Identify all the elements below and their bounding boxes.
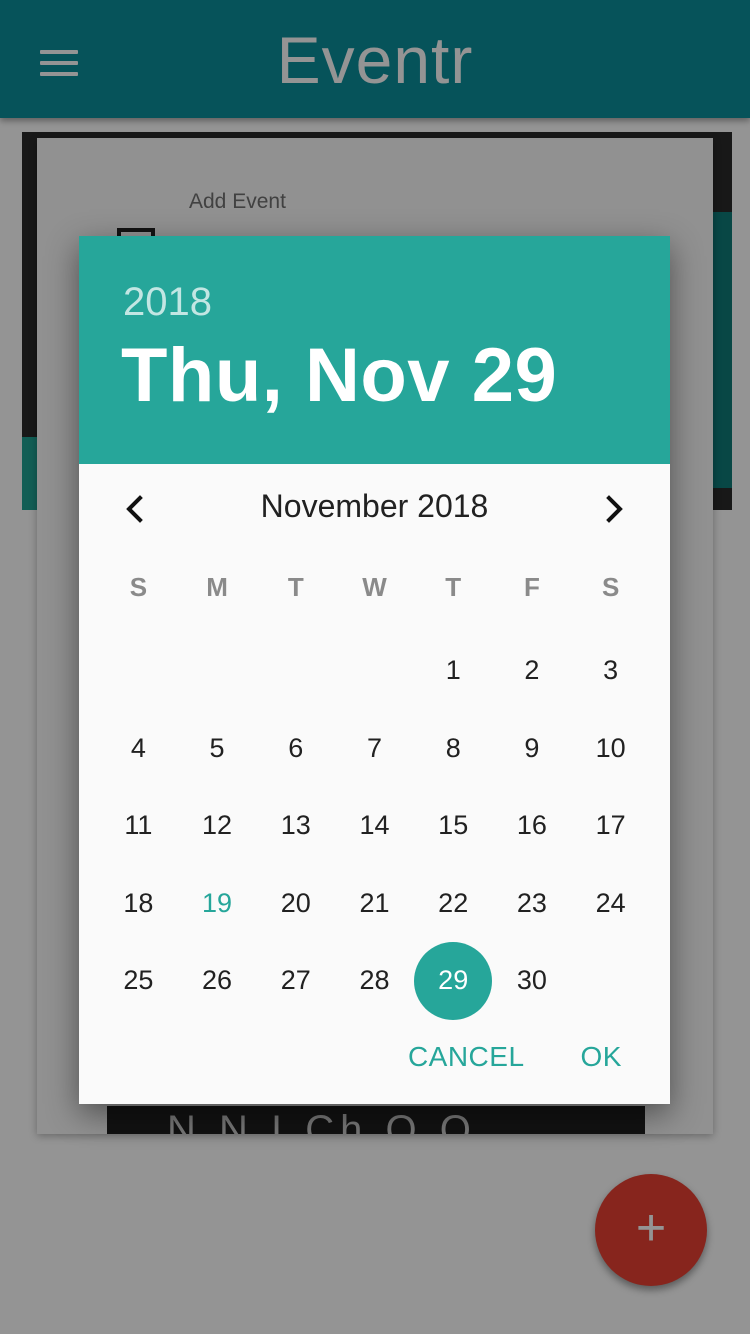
day-number: 17 (595, 810, 626, 841)
month-navigation: November 2018 (79, 464, 670, 554)
weekday-label: M (206, 572, 228, 602)
day-number: 2 (524, 655, 540, 686)
day-number: 26 (202, 965, 233, 996)
day-cell[interactable]: 7 (335, 710, 414, 788)
day-cell-selected[interactable]: 29 (414, 942, 493, 1020)
weekday-header-row: SMTWTFS (99, 572, 650, 612)
day-number: 21 (359, 887, 390, 918)
day-number: 16 (516, 810, 547, 841)
day-number: 1 (445, 655, 461, 686)
day-number: 15 (438, 810, 469, 841)
day-number: 3 (603, 655, 619, 686)
day-number: 27 (280, 965, 311, 996)
day-cell[interactable]: 11 (99, 787, 178, 865)
day-cell[interactable]: 14 (335, 787, 414, 865)
day-cell[interactable]: 2 (493, 632, 572, 710)
day-cell[interactable]: 28 (335, 942, 414, 1020)
day-number: 30 (516, 965, 547, 996)
day-number: 4 (130, 732, 146, 763)
day-cell[interactable]: 22 (414, 865, 493, 943)
day-cell[interactable]: 6 (256, 710, 335, 788)
day-number: 9 (524, 732, 540, 763)
date-picker-header: 2018 Thu, Nov 29 (79, 236, 670, 464)
day-number: 18 (123, 887, 154, 918)
next-month-button[interactable] (590, 484, 640, 534)
day-cell[interactable]: 15 (414, 787, 493, 865)
day-cell[interactable]: 17 (571, 787, 650, 865)
day-cell[interactable]: 10 (571, 710, 650, 788)
day-cell[interactable]: 26 (178, 942, 257, 1020)
day-cell[interactable]: 3 (571, 632, 650, 710)
day-blank (256, 632, 335, 710)
day-number: 11 (124, 810, 153, 841)
day-number: 19 (202, 887, 233, 918)
day-number: 29 (438, 965, 469, 996)
day-cell[interactable]: 8 (414, 710, 493, 788)
chevron-right-icon (606, 495, 623, 523)
day-number: 24 (595, 887, 626, 918)
month-label: November 2018 (260, 488, 489, 524)
day-number: 5 (209, 732, 225, 763)
day-number: 23 (516, 887, 547, 918)
day-number: 13 (280, 810, 311, 841)
day-cell[interactable]: 4 (99, 710, 178, 788)
header-year[interactable]: 2018 (123, 280, 212, 325)
day-number: 8 (445, 732, 461, 763)
day-grid: 1 2 3 4 5 6 7 8 9 10 11 12 13 14 15 16 17 18 19 20 21 22 23 24 2… (99, 632, 650, 1020)
day-blank (335, 632, 414, 710)
day-blank (99, 632, 178, 710)
day-number: 22 (438, 887, 469, 918)
weekday-label: T (287, 572, 304, 602)
day-number: 28 (359, 965, 390, 996)
header-date[interactable]: Thu, Nov 29 (121, 332, 557, 419)
day-blank (178, 632, 257, 710)
day-cell[interactable]: 5 (178, 710, 257, 788)
day-cell[interactable]: 24 (571, 865, 650, 943)
day-cell[interactable]: 30 (493, 942, 572, 1020)
day-cell-today[interactable]: 19 (178, 865, 257, 943)
day-cell[interactable]: 18 (99, 865, 178, 943)
day-number: 7 (366, 732, 382, 763)
day-number: 10 (595, 732, 626, 763)
day-number: 25 (123, 965, 154, 996)
day-cell[interactable]: 1 (414, 632, 493, 710)
weekday-label: S (129, 572, 148, 602)
day-cell[interactable]: 13 (256, 787, 335, 865)
weekday-label: T (445, 572, 462, 602)
day-number: 14 (359, 810, 390, 841)
day-cell[interactable]: 16 (493, 787, 572, 865)
day-number: 20 (280, 887, 311, 918)
day-number: 12 (202, 810, 233, 841)
weekday-label: W (362, 572, 387, 602)
day-cell[interactable]: 20 (256, 865, 335, 943)
ok-button[interactable]: OK (553, 1032, 670, 1082)
day-number: 6 (288, 732, 304, 763)
day-cell[interactable]: 27 (256, 942, 335, 1020)
day-cell[interactable]: 23 (493, 865, 572, 943)
day-cell[interactable]: 9 (493, 710, 572, 788)
day-cell[interactable]: 12 (178, 787, 257, 865)
cancel-button[interactable]: CANCEL (380, 1032, 553, 1082)
weekday-label: F (524, 572, 540, 602)
dialog-actions: CANCEL OK (380, 1032, 670, 1082)
day-cell[interactable]: 21 (335, 865, 414, 943)
day-cell[interactable]: 25 (99, 942, 178, 1020)
date-picker-dialog: 2018 Thu, Nov 29 November 2018 SMTWTFS 1… (79, 236, 670, 1104)
weekday-label: S (602, 572, 620, 602)
